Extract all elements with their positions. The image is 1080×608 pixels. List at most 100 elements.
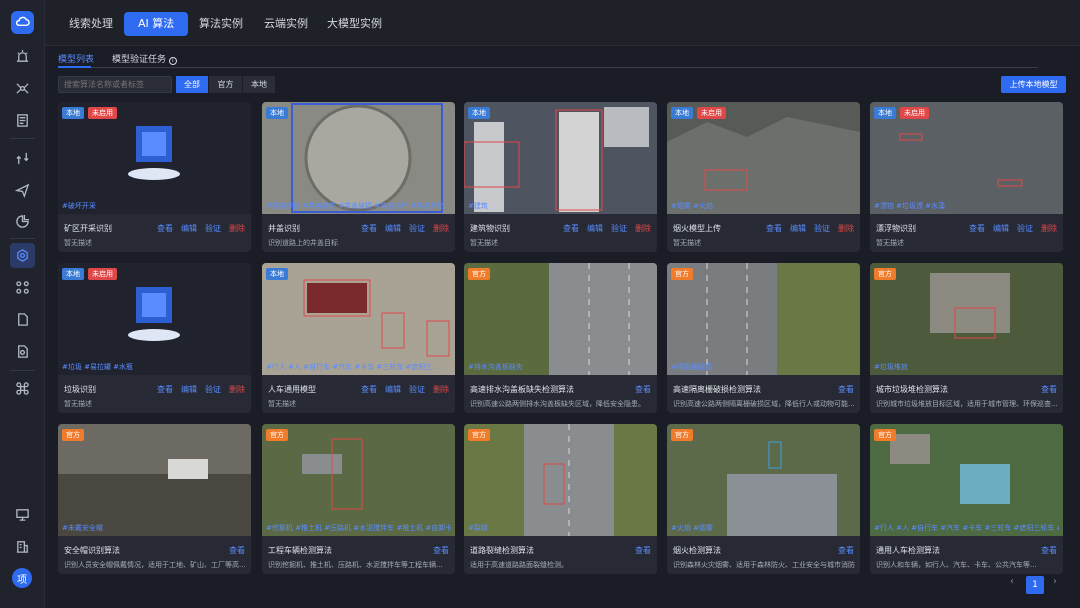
ai-algorithm-icon[interactable] (10, 243, 35, 268)
model-thumbnail[interactable]: 本地 #行人 #人 #自行车 #汽车 #卡车 #三轮车 #遮阳三... (262, 263, 455, 375)
view-button[interactable]: 查看 (635, 384, 651, 395)
model-thumbnail[interactable]: 官方 #隔离栅破损 (667, 263, 860, 375)
model-thumbnail[interactable]: 本地 未启用 #漂物 #垃圾漂 #水藻 (870, 102, 1063, 214)
view-button[interactable]: 查看 (157, 223, 173, 234)
model-thumbnail[interactable]: 官方 #挖掘机 #推土机 #压路机 #水泥搅拌车 #推土机 #自卸卡车 (262, 424, 455, 536)
nav-tab-cloud-instance[interactable]: 云端实例 (250, 12, 322, 36)
delete-button[interactable]: 删除 (635, 223, 651, 234)
card-actions: 查看 编辑 验证 删除 (157, 223, 245, 234)
model-card[interactable]: 本地 未启用 #破坏开采 矿区开采识别 查看 编辑 验证 删除 暂无描述 (58, 102, 251, 252)
model-tags: #垃圾 #易拉罐 #水瓶 (62, 363, 134, 371)
delete-button[interactable]: 删除 (838, 223, 854, 234)
model-thumbnail[interactable]: 官方 #火焰 #烟雾 (667, 424, 860, 536)
model-thumbnail[interactable]: 本地 未启用 #垃圾 #易拉罐 #水瓶 (58, 263, 251, 375)
model-card[interactable]: 本地 #建筑 建筑物识别 查看 编辑 验证 删除 暂无描述 (464, 102, 657, 252)
view-button[interactable]: 查看 (433, 545, 449, 556)
model-card[interactable]: 官方 #未戴安全帽 安全帽识别算法 查看 识别人员安全帽佩戴情况，适用于工地、矿… (58, 424, 251, 574)
model-card[interactable]: 本地 未启用 #漂物 #垃圾漂 #水藻 漂浮物识别 查看 编辑 验证 删除 暂无描述 (870, 102, 1063, 252)
prev-page-button[interactable]: ‹ (1010, 576, 1014, 587)
nav-tab-ai-algorithm[interactable]: AI 算法 (124, 12, 189, 36)
filter-official[interactable]: 官方 (209, 76, 242, 93)
route-icon[interactable] (14, 150, 31, 167)
model-card[interactable]: 本地 #井盖移位 #井盖缺失 #井盖破损 #井盖损坏 #井盖开启 井盖识别 查看… (262, 102, 455, 252)
model-thumbnail[interactable]: 官方 #裂缝 (464, 424, 657, 536)
model-thumbnail[interactable]: 本地 未启用 #破坏开采 (58, 102, 251, 214)
view-button[interactable]: 查看 (229, 545, 245, 556)
drone-icon[interactable] (14, 80, 31, 97)
tab-model-verify[interactable]: 模型验证任务 i (112, 52, 177, 65)
view-button[interactable]: 查看 (157, 384, 173, 395)
view-button[interactable]: 查看 (563, 223, 579, 234)
edit-button[interactable]: 编辑 (385, 384, 401, 395)
model-card[interactable]: 官方 #隔离栅破损 高速隔离栅破损检测算法 查看 识别高速公路两侧隔离栅破损区域… (667, 263, 860, 413)
model-description: 暂无描述 (64, 239, 92, 247)
next-page-button[interactable]: › (1053, 576, 1057, 587)
info-icon[interactable]: i (168, 57, 177, 65)
view-button[interactable]: 查看 (1041, 384, 1057, 395)
edit-button[interactable]: 编辑 (181, 384, 197, 395)
model-card[interactable]: 本地 未启用 #烟雾 #火焰 烟火模型上传 查看 编辑 验证 删除 暂无描述 (667, 102, 860, 252)
view-button[interactable]: 查看 (635, 545, 651, 556)
filter-local[interactable]: 本地 (243, 76, 275, 93)
model-card[interactable]: 官方 #排水沟盖板缺失 高速排水沟盖板缺失检测算法 查看 识别高速公路两侧排水沟… (464, 263, 657, 413)
delete-button[interactable]: 删除 (433, 223, 449, 234)
document-icon[interactable] (14, 112, 31, 129)
delete-button[interactable]: 删除 (433, 384, 449, 395)
verify-button[interactable]: 验证 (1017, 223, 1033, 234)
model-thumbnail[interactable]: 本地 #井盖移位 #井盖缺失 #井盖破损 #井盖损坏 #井盖开启 (262, 102, 455, 214)
page-number[interactable]: 1 (1026, 576, 1044, 594)
delete-button[interactable]: 删除 (229, 384, 245, 395)
user-avatar[interactable]: 项 (12, 568, 32, 588)
model-card[interactable]: 官方 #垃圾堆放 城市垃圾堆检测算法 查看 识别城市垃圾堆放目标区域，适用于城市… (870, 263, 1063, 413)
model-card[interactable]: 官方 #火焰 #烟雾 烟火检测算法 查看 识别森林火灾烟雾、适用于森林防火、工业… (667, 424, 860, 574)
edit-button[interactable]: 编辑 (790, 223, 806, 234)
file-search-icon[interactable] (14, 343, 31, 360)
edit-button[interactable]: 编辑 (385, 223, 401, 234)
cloud-logo-icon[interactable] (11, 11, 34, 34)
nav-tab-clue[interactable]: 线索处理 (55, 12, 127, 36)
verify-button[interactable]: 验证 (205, 384, 221, 395)
model-thumbnail[interactable]: 官方 #排水沟盖板缺失 (464, 263, 657, 375)
nav-tab-algorithm-instance[interactable]: 算法实例 (185, 12, 257, 36)
model-card[interactable]: 官方 #挖掘机 #推土机 #压路机 #水泥搅拌车 #推土机 #自卸卡车 工程车辆… (262, 424, 455, 574)
model-card[interactable]: 官方 #裂缝 道路裂缝检测算法 查看 适用于高速道路路面裂缝检测。 (464, 424, 657, 574)
edit-button[interactable]: 编辑 (587, 223, 603, 234)
view-button[interactable]: 查看 (838, 384, 854, 395)
model-card[interactable]: 本地 未启用 #垃圾 #易拉罐 #水瓶 垃圾识别 查看 编辑 验证 删除 暂无描述 (58, 263, 251, 413)
verify-button[interactable]: 验证 (611, 223, 627, 234)
nav-tab-llm-instance[interactable]: 大模型实例 (313, 12, 396, 36)
pie-chart-icon[interactable] (14, 213, 31, 230)
command-icon[interactable] (14, 380, 31, 397)
apps-grid-icon[interactable] (14, 279, 31, 296)
monitor-icon[interactable] (14, 506, 31, 523)
view-button[interactable]: 查看 (838, 545, 854, 556)
model-thumbnail[interactable]: 官方 #未戴安全帽 (58, 424, 251, 536)
delete-button[interactable]: 删除 (1041, 223, 1057, 234)
model-thumbnail[interactable]: 本地 未启用 #烟雾 #火焰 (667, 102, 860, 214)
model-thumbnail[interactable]: 本地 #建筑 (464, 102, 657, 214)
view-button[interactable]: 查看 (361, 384, 377, 395)
file-icon[interactable] (14, 311, 31, 328)
upload-local-model-button[interactable]: 上传本地模型 (1001, 76, 1066, 93)
view-button[interactable]: 查看 (969, 223, 985, 234)
filter-all[interactable]: 全部 (176, 76, 208, 93)
verify-button[interactable]: 验证 (409, 384, 425, 395)
verify-button[interactable]: 验证 (409, 223, 425, 234)
verify-button[interactable]: 验证 (814, 223, 830, 234)
edit-button[interactable]: 编辑 (993, 223, 1009, 234)
view-button[interactable]: 查看 (361, 223, 377, 234)
send-icon[interactable] (14, 182, 31, 199)
model-card[interactable]: 官方 #行人 #人 #自行车 #汽车 #卡车 #三轮车 #遮阳三轮车 #公交车 … (870, 424, 1063, 574)
delete-button[interactable]: 删除 (229, 223, 245, 234)
tab-model-list[interactable]: 模型列表 (58, 52, 94, 65)
model-thumbnail[interactable]: 官方 #行人 #人 #自行车 #汽车 #卡车 #三轮车 #遮阳三轮车 #公交车 (870, 424, 1063, 536)
search-input[interactable] (58, 76, 172, 93)
model-card[interactable]: 本地 #行人 #人 #自行车 #汽车 #卡车 #三轮车 #遮阳三... 人车通用… (262, 263, 455, 413)
building-icon[interactable] (14, 538, 31, 555)
view-button[interactable]: 查看 (766, 223, 782, 234)
verify-button[interactable]: 验证 (205, 223, 221, 234)
view-button[interactable]: 查看 (1041, 545, 1057, 556)
model-thumbnail[interactable]: 官方 #垃圾堆放 (870, 263, 1063, 375)
alarm-icon[interactable] (14, 48, 31, 65)
edit-button[interactable]: 编辑 (181, 223, 197, 234)
